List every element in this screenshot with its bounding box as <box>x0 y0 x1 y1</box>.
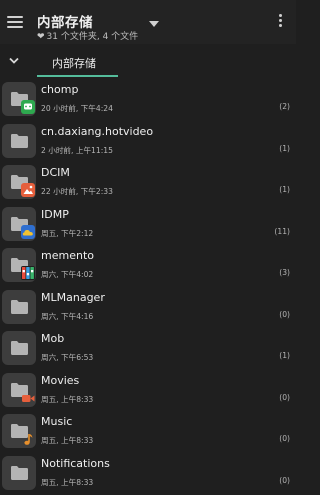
folder-thumbnail <box>2 290 36 324</box>
folder-item-count: (0) <box>279 393 290 402</box>
app-bar: 内部存储 ❤31 个文件夹, 4 个文件 <box>0 0 296 44</box>
folder-modified-time: 周五, 下午2:12 <box>41 228 93 239</box>
music-note-icon <box>20 431 36 447</box>
tab-active-indicator <box>37 75 118 77</box>
breadcrumb-bar: 内部存储 <box>0 46 296 80</box>
folder-modified-time: 20 小时前, 下午4:24 <box>41 103 113 114</box>
chevron-down-icon[interactable] <box>9 57 19 67</box>
folder-row[interactable]: Movies 周五, 上午8:33 (0) <box>0 371 296 413</box>
folder-name: cn.daxiang.hotvideo <box>41 125 153 138</box>
folder-icon <box>10 340 29 356</box>
folder-name: chomp <box>41 83 78 96</box>
folder-list: chomp 20 小时前, 下午4:24 (2) cn.daxiang.hotvide… <box>0 80 296 495</box>
folder-name: Mob <box>41 332 64 345</box>
folder-thumbnail <box>2 456 36 490</box>
multicolor-app-icon <box>20 265 36 281</box>
folder-row[interactable]: MLManager 周六, 下午4:16 (0) <box>0 288 296 330</box>
folder-name: MLManager <box>41 291 105 304</box>
folder-name: Movies <box>41 374 79 387</box>
folder-thumbnail <box>2 373 36 407</box>
chat-icon <box>20 99 36 115</box>
folder-name: Notifications <box>41 457 110 470</box>
folder-name: Music <box>41 415 72 428</box>
folder-row[interactable]: cn.daxiang.hotvideo 2 小时前, 上午11:15 (1) <box>0 122 296 164</box>
folder-modified-time: 周五, 上午8:33 <box>41 394 93 405</box>
dropdown-caret-icon[interactable] <box>149 21 159 27</box>
folder-modified-time: 22 小时前, 下午2:33 <box>41 186 113 197</box>
folder-row[interactable]: Notifications 周五, 上午8:33 (0) <box>0 454 296 495</box>
folder-modified-time: 周五, 上午8:33 <box>41 435 93 446</box>
tab-label: 内部存储 <box>52 55 96 71</box>
folder-icon <box>10 133 29 149</box>
folder-row[interactable]: Music 周五, 上午8:33 (0) <box>0 412 296 454</box>
folder-thumbnail <box>2 165 36 199</box>
video-icon <box>20 390 36 406</box>
folder-item-count: (1) <box>279 185 290 194</box>
folder-item-count: (1) <box>279 351 290 360</box>
folder-icon <box>10 299 29 315</box>
page-title[interactable]: 内部存储 <box>37 11 93 31</box>
folder-thumbnail <box>2 414 36 448</box>
folder-row[interactable]: Mob 周六, 下午6:53 (1) <box>0 329 296 371</box>
folder-icon <box>10 465 29 481</box>
folder-thumbnail <box>2 207 36 241</box>
folder-item-count: (0) <box>279 476 290 485</box>
heart-icon[interactable]: ❤ <box>37 32 45 42</box>
folder-name: IDMP <box>41 208 69 221</box>
folder-thumbnail <box>2 124 36 158</box>
folder-item-count: (2) <box>279 102 290 111</box>
folder-modified-time: 周五, 上午8:33 <box>41 477 93 488</box>
folder-thumbnail <box>2 248 36 282</box>
folder-modified-time: 2 小时前, 上午11:15 <box>41 145 113 156</box>
folder-item-count: (11) <box>274 227 290 236</box>
folder-thumbnail <box>2 82 36 116</box>
folder-modified-time: 周六, 下午4:02 <box>41 269 93 280</box>
tab-internal-storage[interactable]: 内部存储 <box>37 53 118 77</box>
folder-modified-time: 周六, 下午4:16 <box>41 311 93 322</box>
image-icon <box>20 182 36 198</box>
menu-icon[interactable] <box>7 15 25 29</box>
folder-item-count: (3) <box>279 268 290 277</box>
more-options-icon[interactable] <box>277 14 283 32</box>
folder-item-count: (1) <box>279 144 290 153</box>
folder-modified-time: 周六, 下午6:53 <box>41 352 93 363</box>
cloud-icon <box>20 224 36 240</box>
folder-item-count: (0) <box>279 310 290 319</box>
storage-summary: ❤31 个文件夹, 4 个文件 <box>37 29 138 42</box>
storage-summary-text: 31 个文件夹, 4 个文件 <box>47 32 139 42</box>
folder-name: memento <box>41 249 94 262</box>
folder-name: DCIM <box>41 166 70 179</box>
folder-row[interactable]: DCIM 22 小时前, 下午2:33 (1) <box>0 163 296 205</box>
folder-row[interactable]: memento 周六, 下午4:02 (3) <box>0 246 296 288</box>
folder-row[interactable]: chomp 20 小时前, 下午4:24 (2) <box>0 80 296 122</box>
folder-thumbnail <box>2 331 36 365</box>
folder-item-count: (0) <box>279 434 290 443</box>
folder-row[interactable]: IDMP 周五, 下午2:12 (11) <box>0 205 296 247</box>
